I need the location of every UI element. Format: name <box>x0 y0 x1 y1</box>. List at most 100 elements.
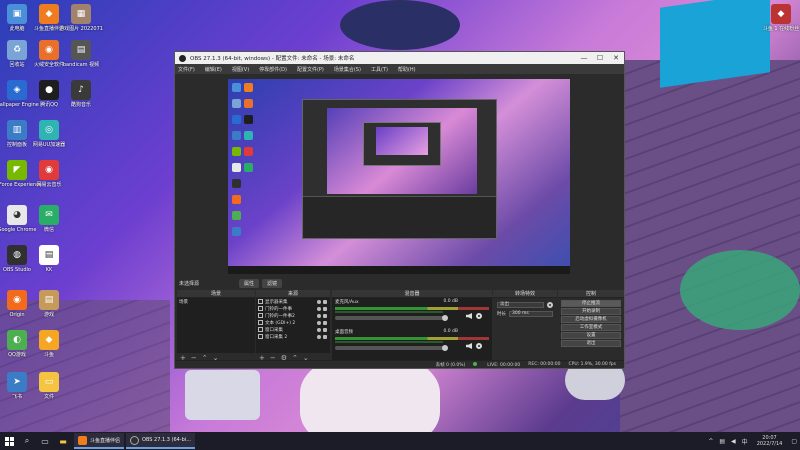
clock-date: 2022/7/14 <box>756 441 783 447</box>
lock-icon[interactable] <box>323 334 327 339</box>
desktop-icon-label: bandicam 视频 <box>62 62 100 68</box>
volume-slider-knob[interactable] <box>441 345 448 351</box>
lock-icon[interactable] <box>323 306 327 311</box>
input-language[interactable]: 中 <box>742 437 748 446</box>
live-status: LIVE: 00:00:00 <box>473 361 520 368</box>
desktop-icon[interactable]: ➤ 飞书 <box>0 372 34 400</box>
volume-slider[interactable] <box>335 315 448 321</box>
studio-mode-button[interactable]: 工作室模式 <box>561 324 621 331</box>
maximize-icon[interactable]: ☐ <box>592 54 608 62</box>
gear-icon[interactable] <box>476 313 482 319</box>
taskbar-item-douyu[interactable]: 斗鱼直播伴侣 <box>74 433 125 449</box>
desktop-icon[interactable]: ◉ 网易云音乐 <box>32 160 66 188</box>
volume-slider-knob[interactable] <box>441 315 448 321</box>
source-item[interactable]: 窗口采集 <box>256 326 330 333</box>
obs-titlebar[interactable]: OBS 27.1.3 (64-bit, windows) - 配置文件: 未命名… <box>175 52 624 64</box>
notification-icon[interactable]: ▢ <box>791 438 797 445</box>
speaker-icon[interactable] <box>466 313 472 319</box>
start-virtual-camera-button[interactable]: 启动虚拟摄像机 <box>561 316 621 323</box>
source-item[interactable]: 窗口采集 2 <box>256 333 330 340</box>
clock[interactable]: 20:07 2022/7/14 <box>757 435 783 447</box>
file-explorer-icon[interactable]: ▬ <box>54 432 72 450</box>
transition-type-select[interactable]: 淡出 <box>497 302 544 308</box>
desktop-icon-label: 斗鱼 <box>43 352 54 358</box>
sources-list[interactable]: 显示器采集 门铃的一件事 门铃的一件事2 文本 (GDI+) 2 窗口采集 窗口… <box>256 298 330 353</box>
desktop-icon[interactable]: ◎ 网易UU加速器 <box>32 120 66 148</box>
app-icon: ◕ <box>7 205 27 225</box>
source-item[interactable]: 显示器采集 <box>256 298 330 305</box>
gear-icon[interactable] <box>476 343 482 349</box>
visibility-icon[interactable] <box>317 299 321 304</box>
desktop-icon[interactable]: ◕ Google Chrome <box>0 205 36 233</box>
menu-profile[interactable]: 配置文件(P) <box>297 66 324 73</box>
visibility-icon[interactable] <box>317 313 321 318</box>
gear-icon[interactable] <box>547 302 553 308</box>
stop-streaming-button[interactable]: 停止推流 <box>561 300 621 307</box>
close-icon[interactable]: ✕ <box>608 54 624 62</box>
desktop-icon[interactable]: ◈Wallpaper Engine <box>0 80 39 108</box>
desktop-icon-label: KK <box>45 267 53 273</box>
nested-preview-level3 <box>376 127 428 155</box>
desktop-icon[interactable]: ◤GeForce Experience <box>0 160 42 188</box>
tray-overflow-icon[interactable]: ^ <box>708 438 713 445</box>
menu-file[interactable]: 文件(F) <box>178 66 195 73</box>
menu-scene-collection[interactable]: 场景集合(S) <box>334 66 361 73</box>
filters-button[interactable]: 滤镜 <box>262 279 283 288</box>
desktop-icon[interactable]: ▤ KK <box>32 245 66 273</box>
menu-tools[interactable]: 工具(T) <box>371 66 388 73</box>
duration-input[interactable]: 300 ms <box>509 311 553 317</box>
desktop-icon[interactable]: ◉ 火绒安全软件 <box>32 40 66 68</box>
obs-window[interactable]: OBS 27.1.3 (64-bit, windows) - 配置文件: 未命名… <box>174 51 625 369</box>
menu-help[interactable]: 帮助(H) <box>398 66 416 73</box>
lock-icon[interactable] <box>323 313 327 318</box>
network-icon[interactable]: ▤ <box>719 438 725 445</box>
visibility-icon[interactable] <box>317 306 321 311</box>
desktop-icon[interactable]: ▤ bandicam 视频 <box>62 40 100 68</box>
desktop-icon[interactable]: ▦ 游戏图片 2022071 <box>59 4 103 32</box>
start-recording-button[interactable]: 开始录制 <box>561 308 621 315</box>
task-view-icon[interactable]: ▭ <box>36 432 54 450</box>
source-item[interactable]: 门铃的一件事 <box>256 305 330 312</box>
properties-button[interactable]: 属性 <box>239 279 260 288</box>
channel-name: 麦克风/Aux <box>335 300 359 305</box>
preview-icon <box>232 179 241 188</box>
visibility-icon[interactable] <box>317 334 321 339</box>
lock-icon[interactable] <box>323 327 327 332</box>
taskbar-item-obs[interactable]: OBS 27.1.3 (64-bi... <box>126 433 195 449</box>
preview-canvas[interactable] <box>228 79 570 274</box>
start-button[interactable] <box>0 432 18 450</box>
minimize-icon[interactable]: — <box>576 54 592 62</box>
desktop-icon[interactable]: ▣ 此电脑 <box>0 4 34 32</box>
volume-slider[interactable] <box>335 345 448 351</box>
scene-item[interactable]: 场景 <box>177 298 255 305</box>
settings-button[interactable]: 设置 <box>561 332 621 339</box>
desktop-icon[interactable]: ▥ 控制面板 <box>0 120 34 148</box>
menu-view[interactable]: 视图(V) <box>232 66 249 73</box>
visibility-icon[interactable] <box>317 327 321 332</box>
desktop-icon-douyu-fans[interactable]: ◆ 斗鱼 1 在线粉丝 <box>763 4 799 32</box>
desktop-icon[interactable]: ▤ 游戏 <box>32 290 66 318</box>
desktop-icon[interactable]: ♪ 酷狗音乐 <box>64 80 98 108</box>
menu-docks[interactable]: 停靠部件(D) <box>259 66 287 73</box>
exit-button[interactable]: 退出 <box>561 340 621 347</box>
desktop-icon[interactable]: ✉ 微信 <box>32 205 66 233</box>
source-item[interactable]: 门铃的一件事2 <box>256 312 330 319</box>
desktop-icon[interactable]: ▭ 文件 <box>32 372 66 400</box>
desktop-icon[interactable]: ◉ Origin <box>0 290 34 318</box>
desktop-icon[interactable]: ◆ 斗鱼 <box>32 330 66 358</box>
desktop-icon[interactable]: ♻ 回收站 <box>0 40 34 68</box>
lock-icon[interactable] <box>323 299 327 304</box>
scenes-list[interactable]: 场景 <box>177 298 255 353</box>
lock-icon[interactable] <box>323 320 327 325</box>
search-icon[interactable]: ⌕ <box>18 432 36 450</box>
desktop-icon[interactable]: ◐ QQ游戏 <box>0 330 34 358</box>
mixer-channels: 麦克风/Aux 0.0 dB 桌面音频 0.0 dB <box>332 298 492 362</box>
volume-icon[interactable]: ◀ <box>731 438 736 445</box>
desktop-icon[interactable]: ● 腾讯QQ <box>32 80 66 108</box>
desktop-icon[interactable]: ◍ OBS Studio <box>0 245 34 273</box>
visibility-icon[interactable] <box>317 320 321 325</box>
menu-edit[interactable]: 编辑(E) <box>205 66 222 73</box>
speaker-icon[interactable] <box>466 343 472 349</box>
source-item[interactable]: 文本 (GDI+) 2 <box>256 319 330 326</box>
live-indicator-icon <box>473 361 478 366</box>
